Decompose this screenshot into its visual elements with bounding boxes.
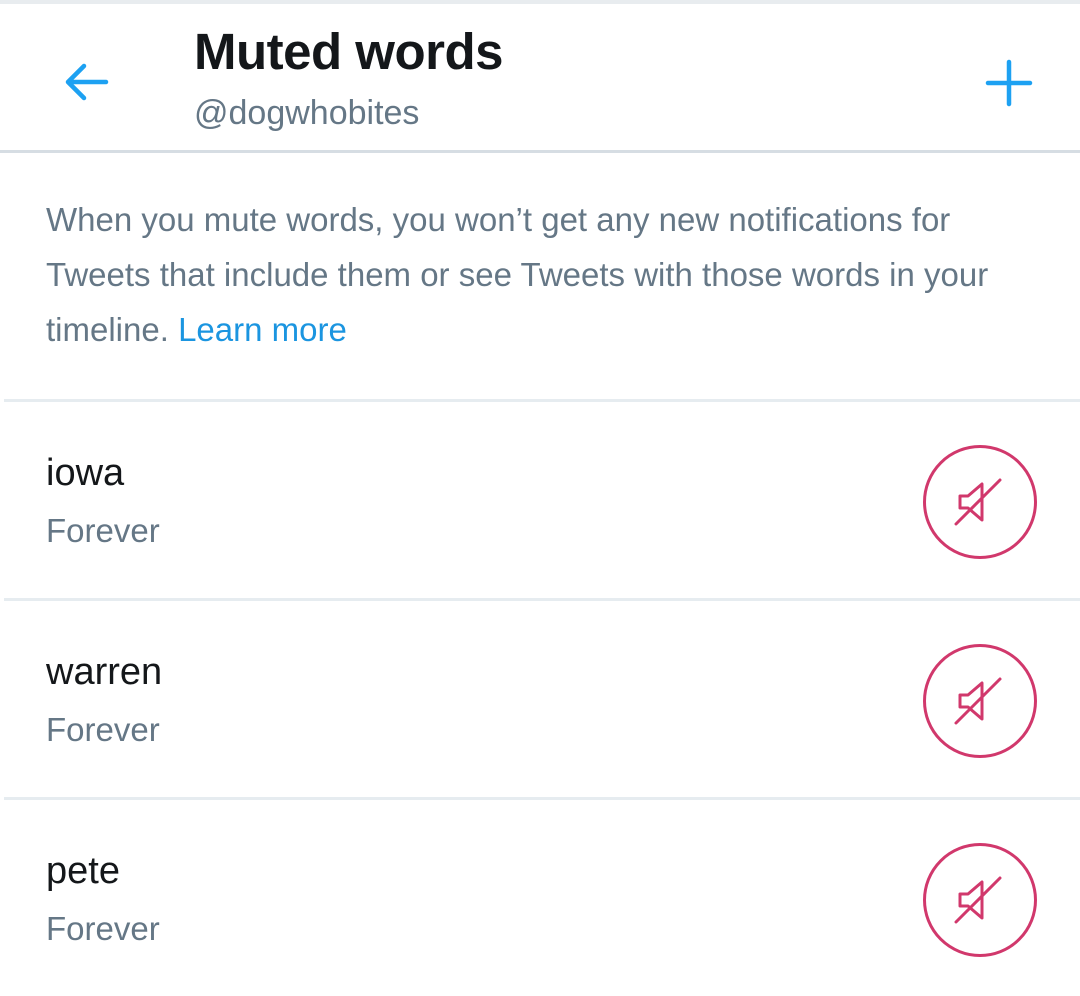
muted-word: warren	[46, 651, 163, 693]
muted-word: iowa	[46, 452, 125, 494]
arrow-left-icon	[65, 63, 109, 101]
unmute-button[interactable]	[923, 644, 1037, 758]
speaker-muted-icon	[954, 478, 1002, 526]
app-header: Muted words @dogwhobites	[0, 4, 1080, 153]
page-title: Muted words	[194, 23, 504, 80]
mute-duration: Forever	[46, 910, 160, 947]
unmute-button[interactable]	[923, 843, 1037, 957]
add-muted-word-button[interactable]	[976, 50, 1042, 116]
muted-word: pete	[46, 850, 120, 892]
list-item[interactable]: iowa Forever	[4, 399, 1080, 598]
mute-duration: Forever	[46, 512, 160, 549]
list-item[interactable]: pete Forever	[4, 797, 1080, 996]
learn-more-link[interactable]: Learn more	[178, 311, 347, 348]
mute-duration: Forever	[46, 711, 160, 748]
mute-description: When you mute words, you won’t get any n…	[46, 192, 1046, 357]
list-item[interactable]: warren Forever	[4, 598, 1080, 797]
speaker-muted-icon	[954, 677, 1002, 725]
back-button[interactable]	[54, 50, 118, 114]
account-handle: @dogwhobites	[194, 94, 420, 132]
unmute-button[interactable]	[923, 445, 1037, 559]
muted-words-list: iowa Forever warren Forever pete Forever	[0, 399, 1080, 996]
plus-icon	[985, 59, 1033, 107]
